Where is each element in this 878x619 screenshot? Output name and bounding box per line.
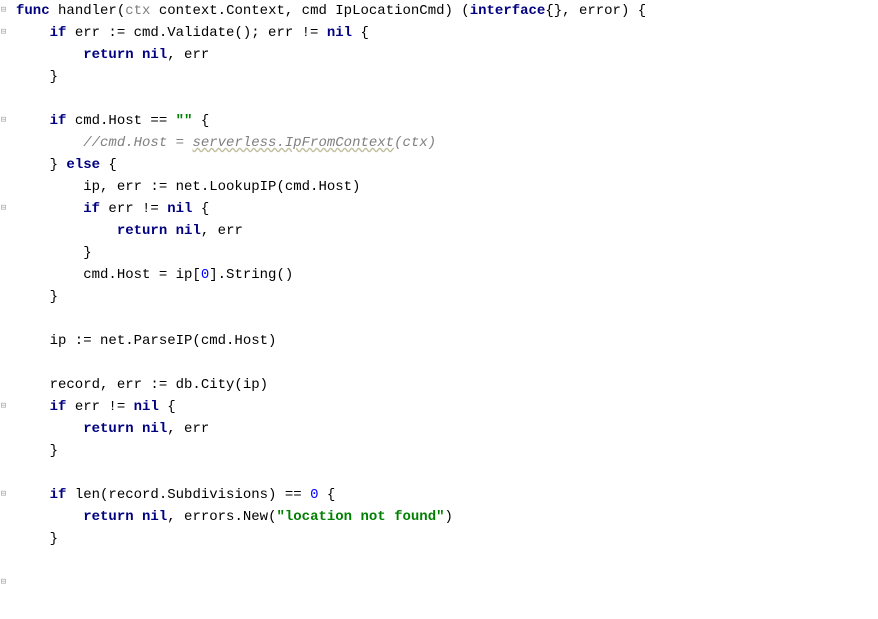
fold-toggle[interactable]: ⊟ [0, 6, 8, 15]
code-line[interactable]: } [16, 528, 878, 550]
code-line[interactable]: if cmd.Host == "" { [16, 110, 878, 132]
code-line[interactable]: cmd.Host = ip[0].String() [16, 264, 878, 286]
code-text: } [16, 157, 66, 173]
comment: //cmd.Host = [16, 135, 192, 151]
code-line[interactable]: } [16, 66, 878, 88]
keyword: if [16, 487, 66, 503]
fold-toggle[interactable]: ⊟ [0, 28, 8, 37]
code-text: , err [201, 223, 243, 239]
code-text: { [318, 487, 335, 503]
code-text: , errors.New( [167, 509, 276, 525]
comment: (ctx) [394, 135, 436, 151]
gutter: ⊟ ⊟ ⊟ ⊟ ⊟ ⊟ ⊟ [0, 0, 6, 550]
code-line[interactable]: if len(record.Subdivisions) == 0 { [16, 484, 878, 506]
keyword: if [16, 399, 66, 415]
fold-toggle[interactable]: ⊟ [0, 578, 8, 587]
code-text: } [16, 245, 92, 261]
code-line[interactable] [16, 462, 878, 484]
code-line[interactable]: return nil, err [16, 220, 878, 242]
keyword: nil [327, 25, 352, 41]
code-text: } [16, 531, 58, 547]
code-line[interactable]: } [16, 286, 878, 308]
number: 0 [201, 267, 209, 283]
code-line[interactable]: if err := cmd.Validate(); err != nil { [16, 22, 878, 44]
comment: serverless.IpFromContext [192, 135, 394, 151]
code-line[interactable]: } [16, 440, 878, 462]
code-text: cmd.Host == [66, 113, 175, 129]
fold-toggle[interactable]: ⊟ [0, 402, 8, 411]
code-line[interactable]: ip, err := net.LookupIP(cmd.Host) [16, 176, 878, 198]
code-text: } [16, 69, 58, 85]
keyword: return [16, 509, 142, 525]
keyword: return [16, 421, 142, 437]
code-line[interactable]: return nil, err [16, 44, 878, 66]
code-text: err := cmd.Validate(); err != [66, 25, 326, 41]
code-line[interactable]: } [16, 242, 878, 264]
code-text: { [192, 201, 209, 217]
code-line[interactable]: record, err := db.City(ip) [16, 374, 878, 396]
code-area[interactable]: func handler(ctx context.Context, cmd Ip… [6, 0, 878, 550]
code-text: ) [445, 509, 453, 525]
code-text: , err [167, 47, 209, 63]
code-line[interactable] [16, 352, 878, 374]
code-text: } [16, 443, 58, 459]
code-text: record, err := db.City(ip) [16, 377, 268, 393]
param-name: ctx [125, 3, 150, 19]
code-text: ip, err := net.LookupIP(cmd.Host) [16, 179, 360, 195]
code-line[interactable] [16, 308, 878, 330]
code-text: { [100, 157, 117, 173]
keyword: nil [176, 223, 201, 239]
code-text: { [159, 399, 176, 415]
code-text: cmd.Host = ip[ [16, 267, 201, 283]
code-line[interactable]: } else { [16, 154, 878, 176]
code-text: } [16, 289, 58, 305]
code-text: ip := net.ParseIP(cmd.Host) [16, 333, 276, 349]
keyword: nil [167, 201, 192, 217]
keyword: else [66, 157, 100, 173]
fold-toggle[interactable]: ⊟ [0, 204, 8, 213]
code-line[interactable]: ip := net.ParseIP(cmd.Host) [16, 330, 878, 352]
keyword: nil [142, 421, 167, 437]
string: "location not found" [276, 509, 444, 525]
string: "" [176, 113, 193, 129]
code-editor[interactable]: ⊟ ⊟ ⊟ ⊟ ⊟ ⊟ ⊟ func handler(ctx context.C… [0, 0, 878, 550]
code-line[interactable]: func handler(ctx context.Context, cmd Ip… [16, 0, 878, 22]
keyword: if [16, 113, 66, 129]
code-text: len(record.Subdivisions) == [66, 487, 310, 503]
code-line[interactable]: return nil, errors.New("location not fou… [16, 506, 878, 528]
code-text: { [352, 25, 369, 41]
code-text: , err [167, 421, 209, 437]
keyword: return [16, 47, 142, 63]
code-line[interactable] [16, 88, 878, 110]
code-text: ].String() [209, 267, 293, 283]
fold-toggle[interactable]: ⊟ [0, 116, 8, 125]
code-line[interactable]: return nil, err [16, 418, 878, 440]
code-line[interactable]: if err != nil { [16, 396, 878, 418]
keyword: return [16, 223, 176, 239]
code-line[interactable]: //cmd.Host = serverless.IpFromContext(ct… [16, 132, 878, 154]
keyword: nil [142, 509, 167, 525]
code-text: err != [100, 201, 167, 217]
fold-toggle[interactable]: ⊟ [0, 490, 8, 499]
code-line[interactable]: if err != nil { [16, 198, 878, 220]
keyword: nil [142, 47, 167, 63]
keyword: if [16, 201, 100, 217]
code-text: {}, error) { [545, 3, 646, 19]
code-text: err != [66, 399, 133, 415]
keyword: func [16, 3, 50, 19]
code-text: context.Context, cmd IpLocationCmd) ( [150, 3, 469, 19]
keyword: nil [134, 399, 159, 415]
code-text: { [192, 113, 209, 129]
code-text: handler( [50, 3, 126, 19]
keyword: if [16, 25, 66, 41]
keyword: interface [470, 3, 546, 19]
